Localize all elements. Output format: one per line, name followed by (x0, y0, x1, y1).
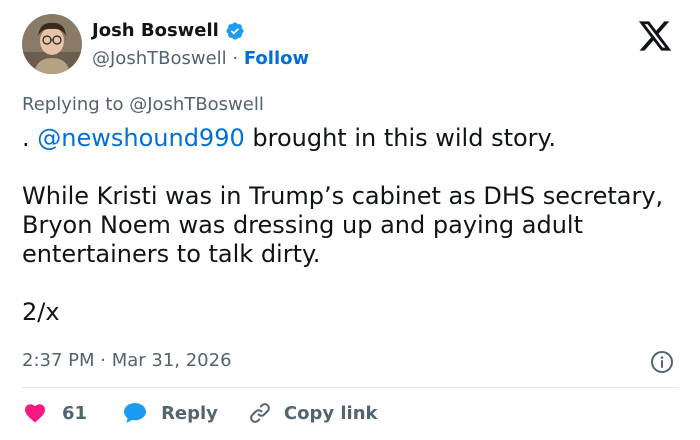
replying-to-prefix: Replying to (22, 94, 124, 115)
handle-row: @JoshTBoswell · Follow (92, 48, 309, 69)
handle-separator: · (232, 48, 239, 69)
replying-to-handle[interactable]: @JoshTBoswell (129, 94, 264, 115)
tweet-paragraph-2: While Kristi was in Trump’s cabinet as D… (22, 182, 664, 268)
like-count: 61 (62, 402, 88, 424)
action-bar: 61 Reply Copy link (22, 400, 378, 426)
follow-button[interactable]: Follow (244, 48, 309, 69)
verified-badge-icon (225, 21, 245, 41)
tweet-paragraph-1: . @newshound990 brought in this wild sto… (22, 124, 672, 153)
reply-bubble-icon (123, 402, 147, 424)
copy-link-label: Copy link (283, 402, 378, 424)
author-name[interactable]: Josh Boswell (92, 20, 219, 41)
tweet-timestamp[interactable]: 2:37 PM · Mar 31, 2026 (22, 350, 232, 371)
x-logo-icon[interactable] (636, 18, 674, 54)
like-button[interactable]: 61 (22, 401, 87, 425)
tweet-line1-rest: brought in this wild story. (244, 124, 556, 152)
author-handle[interactable]: @JoshTBoswell (92, 48, 227, 69)
mention-link[interactable]: @newshound990 (37, 124, 244, 152)
info-icon[interactable] (650, 350, 674, 374)
tweet-line1-prefix: . (22, 124, 38, 152)
tweet-paragraph-3: 2/x (22, 298, 60, 326)
reply-label: Reply (161, 402, 218, 424)
link-icon (248, 401, 272, 425)
author-name-row[interactable]: Josh Boswell (92, 20, 245, 41)
avatar[interactable] (22, 14, 82, 74)
divider (22, 387, 678, 388)
tweet-text: . @newshound990 brought in this wild sto… (22, 124, 672, 327)
copy-link-button[interactable]: Copy link (248, 401, 378, 425)
reply-button[interactable]: Reply (123, 402, 218, 424)
replying-to: Replying to @JoshTBoswell (22, 94, 264, 115)
heart-icon (22, 401, 48, 425)
